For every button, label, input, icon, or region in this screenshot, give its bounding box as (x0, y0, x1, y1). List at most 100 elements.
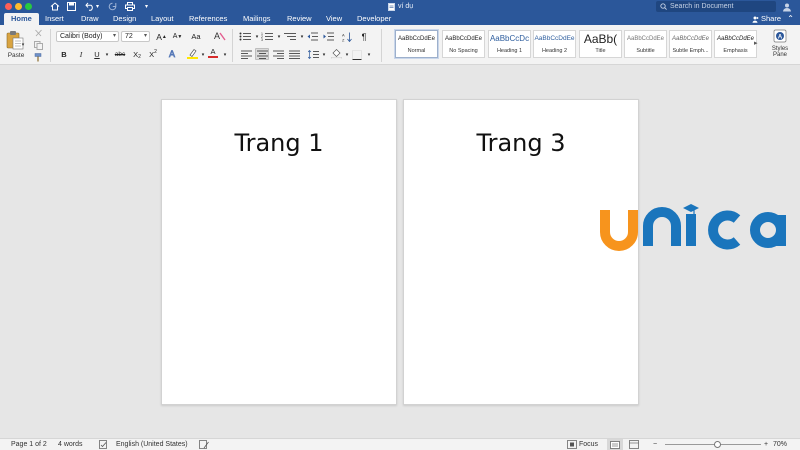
minimize-window-button[interactable] (15, 3, 22, 10)
styles-gallery: AaBbCcDdEe Normal AaBbCcDdEe No Spacing … (392, 28, 764, 62)
style-subtitle[interactable]: AaBbCcDdEe Subtitle (624, 30, 667, 58)
zoom-slider-thumb[interactable] (714, 441, 721, 448)
track-changes-icon[interactable] (199, 440, 209, 450)
close-window-button[interactable] (5, 3, 12, 10)
language[interactable]: English (United States) (116, 439, 188, 450)
align-center-icon[interactable] (255, 48, 269, 60)
align-left-icon[interactable] (240, 49, 252, 60)
ribbon-home: ▾ Paste Calibri (Body) ▾ 72 ▾ A ▲ A ▼ Aa A… (0, 25, 800, 65)
grow-font-button[interactable]: A ▲ (155, 31, 168, 42)
style-sample: AaBbCcDdEe (716, 36, 755, 42)
undo-icon[interactable] (85, 1, 95, 12)
strikethrough-button[interactable]: abc (113, 49, 127, 60)
paste-button[interactable] (4, 28, 26, 52)
style-emphasis[interactable]: AaBbCcDdEe Emphasis (714, 30, 757, 58)
pilcrow-icon[interactable]: ¶ (359, 31, 369, 42)
style-name: Title (595, 48, 606, 54)
page-1[interactable]: Trang 1 (161, 99, 397, 405)
font-color-button[interactable]: A (207, 47, 219, 58)
superscript-button[interactable]: X2 (147, 49, 159, 60)
text-effects-icon[interactable]: A (166, 48, 180, 59)
style-heading-2[interactable]: AaBbCcDdEe Heading 2 (533, 30, 576, 58)
page-2[interactable]: Trang 3 (403, 99, 639, 405)
styles-pane-button[interactable]: A Styles Pane (765, 29, 795, 63)
collapse-ribbon-icon[interactable]: ⌃ (787, 14, 794, 24)
zoom-in-button[interactable]: + (764, 439, 768, 450)
font-size-dropdown-icon: ▾ (143, 33, 147, 39)
tab-insert[interactable]: Insert (45, 13, 64, 25)
format-painter-icon[interactable] (33, 52, 43, 62)
redo-icon[interactable] (108, 1, 117, 12)
document-canvas[interactable]: Trang 1 Trang 3 (0, 66, 800, 438)
shrink-font-button[interactable]: A ▼ (171, 31, 184, 42)
ribbon-separator (381, 29, 382, 62)
decrease-indent-icon[interactable] (306, 31, 318, 42)
line-spacing-dropdown-icon[interactable]: ▾ (319, 49, 329, 60)
style-subtle-emphasis[interactable]: AaBbCcDdEe Subtle Emph... (669, 30, 712, 58)
style-title[interactable]: AaBb( Title (579, 30, 622, 58)
tab-draw[interactable]: Draw (81, 13, 99, 25)
borders-dropdown-icon[interactable]: ▾ (364, 49, 374, 60)
focus-icon[interactable] (567, 440, 577, 450)
increase-indent-icon[interactable] (322, 31, 334, 42)
focus-label[interactable]: Focus (579, 439, 598, 450)
search-document-input[interactable]: Search in Document (656, 1, 776, 12)
zoom-slider[interactable] (665, 444, 761, 445)
web-layout-view-icon[interactable] (629, 440, 639, 450)
tab-home[interactable]: Home (4, 13, 39, 25)
ribbon-separator (232, 29, 233, 62)
copy-icon[interactable] (33, 40, 43, 50)
style-no-spacing[interactable]: AaBbCcDdEe No Spacing (442, 30, 485, 58)
svg-text:3: 3 (261, 38, 263, 41)
save-icon[interactable] (67, 1, 76, 12)
maximize-window-button[interactable] (25, 3, 32, 10)
line-spacing-icon[interactable] (307, 49, 319, 60)
font-name-select[interactable]: Calibri (Body) ▾ (56, 31, 119, 42)
zoom-out-button[interactable]: − (653, 439, 657, 450)
bullets-icon[interactable] (238, 31, 252, 42)
styles-more-icon[interactable]: ▸ (754, 39, 758, 47)
tab-layout[interactable]: Layout (151, 13, 174, 25)
font-color-dropdown-icon[interactable]: ▾ (220, 49, 230, 60)
home-icon[interactable] (50, 1, 60, 12)
tab-design[interactable]: Design (113, 13, 136, 25)
undo-dropdown-icon[interactable]: ▾ (96, 1, 99, 12)
shading-icon[interactable] (330, 48, 342, 59)
highlight-icon[interactable] (186, 48, 198, 59)
page-heading[interactable]: Trang 1 (162, 129, 396, 157)
sort-icon[interactable]: AZ (342, 31, 352, 42)
zoom-level[interactable]: 70% (773, 439, 787, 450)
change-case-button[interactable]: Aa (190, 31, 202, 42)
print-icon[interactable] (125, 1, 135, 12)
multilevel-list-icon[interactable] (283, 31, 297, 42)
page-count[interactable]: Page 1 of 2 (11, 439, 47, 450)
style-normal[interactable]: AaBbCcDdEe Normal (395, 30, 438, 58)
tab-developer[interactable]: Developer (357, 13, 391, 25)
italic-button[interactable]: I (76, 49, 86, 60)
cut-icon[interactable] (33, 28, 43, 38)
style-heading-1[interactable]: AaBbCcDc Heading 1 (488, 30, 531, 58)
tab-references[interactable]: References (189, 13, 227, 25)
font-size-select[interactable]: 72 ▾ (121, 31, 150, 42)
tab-mailings[interactable]: Mailings (243, 13, 271, 25)
share-button[interactable]: Share (752, 13, 781, 25)
tab-view[interactable]: View (326, 13, 342, 25)
style-name: Emphasis (723, 48, 748, 54)
account-icon[interactable] (782, 1, 792, 12)
bold-button[interactable]: B (59, 49, 69, 60)
align-right-icon[interactable] (272, 49, 284, 60)
print-layout-view-icon[interactable] (607, 439, 623, 450)
borders-icon[interactable] (351, 49, 363, 60)
underline-dropdown-icon[interactable]: ▾ (102, 49, 112, 60)
paste-dropdown-icon[interactable]: ▾ (20, 42, 26, 48)
clear-formatting-icon[interactable]: A (213, 30, 226, 41)
numbering-icon[interactable]: 123 (260, 31, 274, 42)
page-heading[interactable]: Trang 3 (404, 129, 638, 157)
customize-toolbar-icon[interactable]: ▾ (145, 1, 148, 12)
proofing-icon[interactable] (99, 440, 108, 450)
justify-icon[interactable] (288, 49, 300, 60)
tab-review[interactable]: Review (287, 13, 312, 25)
underline-button[interactable]: U (92, 49, 102, 60)
subscript-button[interactable]: X2 (131, 49, 143, 60)
word-count[interactable]: 4 words (58, 439, 83, 450)
